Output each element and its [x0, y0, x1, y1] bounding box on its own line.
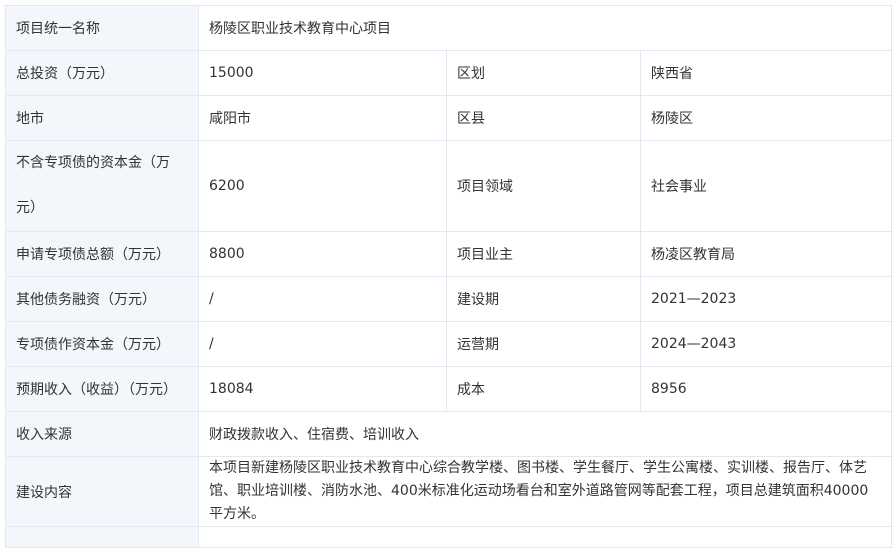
label-construction-period: 建设期 [446, 276, 641, 322]
label-city: 地市 [5, 95, 199, 141]
table-row-income-source: 收入来源 财政拨款收入、住宿费、培训收入 [5, 411, 892, 457]
label-total-investment: 总投资（万元） [5, 50, 199, 96]
table-row-income: 预期收入（收益）（万元） 18084 成本 8956 [5, 366, 892, 412]
label-project-field: 项目领域 [446, 140, 641, 232]
value-bond-capital: / [198, 321, 447, 367]
table-row-bond-capital: 专项债作资本金（万元） / 运营期 2024—2043 [5, 321, 892, 367]
table-row-bond-total: 申请专项债总额（万元） 8800 项目业主 杨凌区教育局 [5, 231, 892, 277]
label-project-owner: 项目业主 [446, 231, 641, 277]
value-district: 杨陵区 [639, 95, 892, 141]
table-row-project-name: 项目统一名称 杨陵区职业技术教育中心项目 [5, 5, 892, 51]
table-row-investment: 总投资（万元） 15000 区划 陕西省 [5, 50, 892, 96]
value-other-debt: / [198, 276, 447, 322]
value-income-source: 财政拨款收入、住宿费、培训收入 [197, 411, 892, 457]
value-city: 咸阳市 [198, 95, 447, 141]
label-district: 区县 [446, 95, 641, 141]
label-region: 区划 [446, 50, 641, 96]
label-other-debt: 其他债务融资（万元） [5, 276, 199, 322]
value-project-owner: 杨凌区教育局 [639, 231, 892, 277]
label-cost: 成本 [446, 366, 641, 412]
table-row-partial [5, 526, 892, 548]
value-project-name: 杨陵区职业技术教育中心项目 [197, 5, 892, 51]
value-partial [197, 526, 892, 548]
table-row-city: 地市 咸阳市 区县 杨陵区 [5, 95, 892, 141]
table-row-construction-content: 建设内容 本项目新建杨陵区职业技术教育中心综合教学楼、图书楼、学生餐厅、学生公寓… [5, 456, 892, 527]
value-operation-period: 2024—2043 [639, 321, 892, 367]
value-bond-total: 8800 [198, 231, 447, 277]
value-total-investment: 15000 [198, 50, 447, 96]
value-region: 陕西省 [639, 50, 892, 96]
label-capital: 不含专项债的资本金（万元） [5, 140, 199, 232]
label-bond-total: 申请专项债总额（万元） [5, 231, 199, 277]
value-expected-income: 18084 [198, 366, 447, 412]
value-project-field: 社会事业 [639, 140, 892, 232]
label-operation-period: 运营期 [446, 321, 641, 367]
table-row-other-debt: 其他债务融资（万元） / 建设期 2021—2023 [5, 276, 892, 322]
value-capital: 6200 [198, 140, 447, 232]
label-bond-capital: 专项债作资本金（万元） [5, 321, 199, 367]
value-construction-content: 本项目新建杨陵区职业技术教育中心综合教学楼、图书楼、学生餐厅、学生公寓楼、实训楼… [197, 456, 892, 527]
value-construction-period: 2021—2023 [639, 276, 892, 322]
table-row-capital: 不含专项债的资本金（万元） 6200 项目领域 社会事业 [5, 140, 892, 232]
label-partial [5, 526, 199, 548]
label-income-source: 收入来源 [5, 411, 199, 457]
project-info-table: 项目统一名称 杨陵区职业技术教育中心项目 总投资（万元） 15000 区划 陕西… [5, 5, 892, 548]
value-cost: 8956 [639, 366, 892, 412]
label-expected-income: 预期收入（收益）（万元） [5, 366, 199, 412]
label-project-name: 项目统一名称 [5, 5, 199, 51]
label-construction-content: 建设内容 [5, 456, 199, 527]
